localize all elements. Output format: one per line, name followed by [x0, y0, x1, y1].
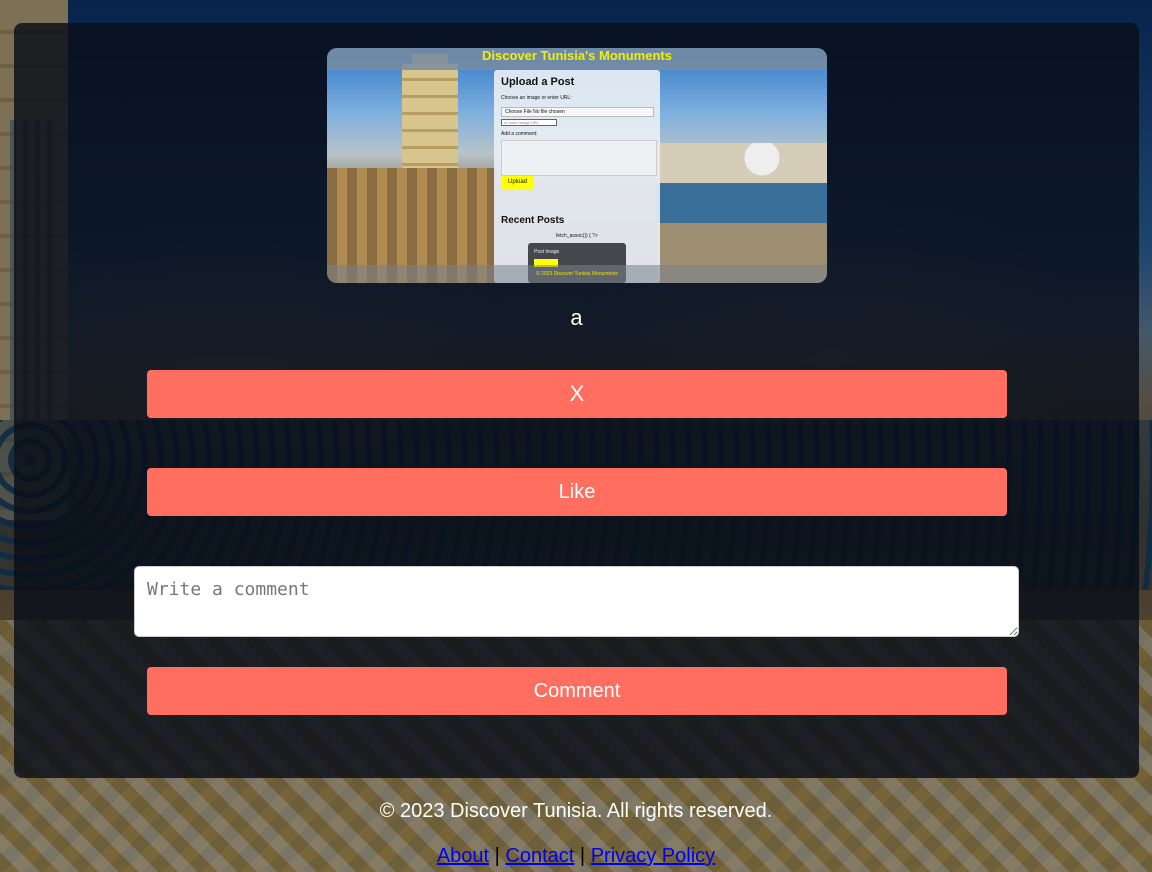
image-site-title: Discover Tunisia's Monuments [327, 48, 827, 70]
image-footer-text: © 2023 Discover Tunisia Monuments [327, 265, 827, 283]
post-card: Discover Tunisia's Monuments Upload a Po… [14, 23, 1139, 778]
image-upload-panel: Upload a Post Choose an image or enter U… [494, 70, 660, 283]
footer-separator: | [494, 845, 500, 867]
like-button[interactable]: Like [147, 468, 1007, 516]
comment-button[interactable]: Comment [147, 667, 1007, 715]
post-caption: a [570, 305, 583, 330]
footer-link-privacy[interactable]: Privacy Policy [591, 845, 715, 867]
delete-post-button[interactable]: X [147, 370, 1007, 418]
footer-copyright: © 2023 Discover Tunisia. All rights rese… [379, 800, 773, 822]
comment-input[interactable] [134, 566, 1019, 637]
footer-link-about[interactable]: About [437, 845, 489, 867]
post-image: Discover Tunisia's Monuments Upload a Po… [327, 48, 827, 283]
footer-separator: | [579, 845, 586, 867]
footer-links: About | Contact | Privacy Policy [0, 845, 1152, 868]
footer-link-contact[interactable]: Contact [505, 845, 574, 867]
